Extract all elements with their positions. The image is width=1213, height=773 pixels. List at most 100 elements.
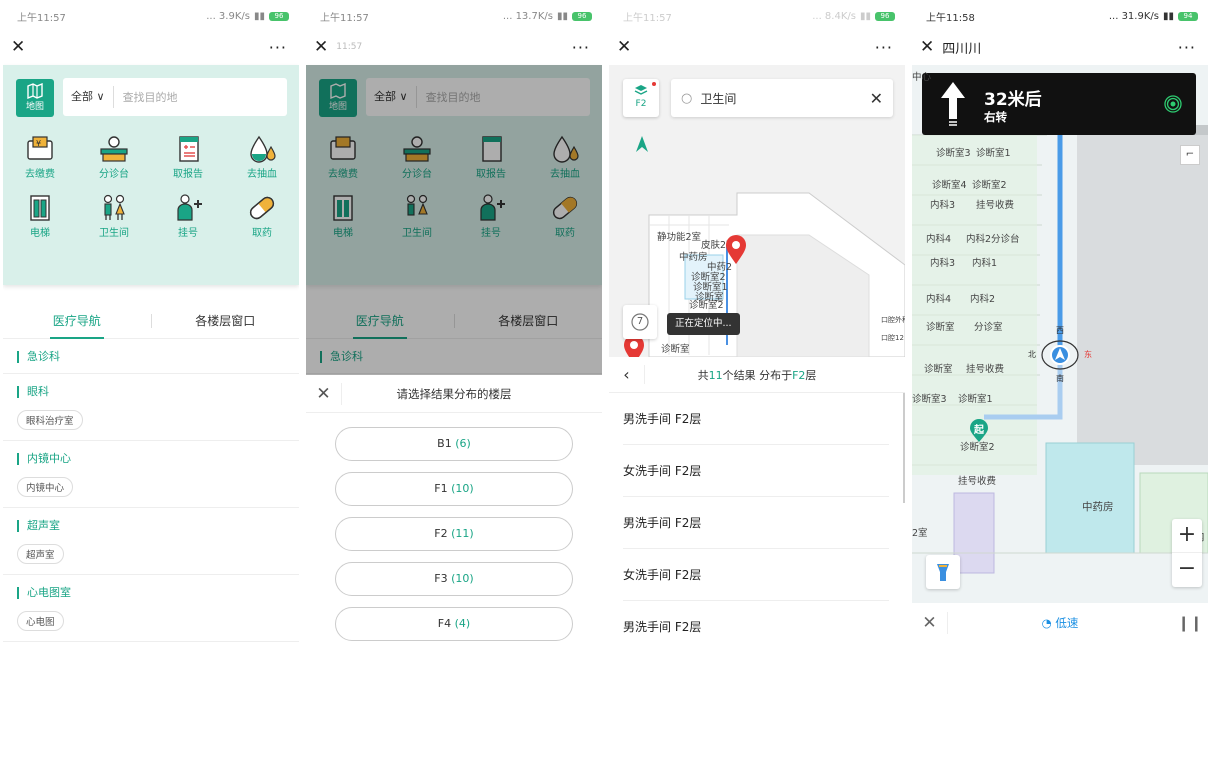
search-input[interactable]: 卫生间 — [700, 90, 869, 107]
floor-count: (11) — [451, 527, 474, 540]
signal-icon: ▮▮ — [1162, 10, 1174, 22]
flashlight-button[interactable] — [926, 555, 960, 589]
signal-icon: ▮▮ — [859, 10, 871, 22]
scrollbar[interactable] — [903, 393, 905, 503]
compass-north: 北 — [1028, 350, 1036, 359]
navigation-map[interactable]: 32米后 右转 中心 诊断室3 诊断室1 诊断室4 诊断室2 内科3 挂号收费 … — [912, 65, 1208, 603]
chevron-down-icon: ∨ — [96, 90, 105, 103]
service-grid: ¥ 去缴费 分诊台 取报告 去抽血 电梯 卫生间 挂号 取药 — [3, 133, 299, 239]
phone-3-search-results: 上午11:57 ... 8.4K/s ▮▮ 96 ✕ ··· F2 ○ 卫生间 ✕ … — [609, 3, 905, 643]
service-medicine[interactable]: 取药 — [225, 192, 299, 239]
result-item[interactable]: 女洗手间 F2层 — [623, 549, 889, 601]
close-icon[interactable]: ✕ — [617, 37, 631, 57]
zoom-out-button[interactable]: − — [1172, 553, 1202, 587]
map-label: 内科4 — [926, 294, 952, 305]
map-label: 内科1 — [972, 258, 998, 269]
search-bar[interactable]: ○ 卫生间 ✕ — [671, 79, 893, 117]
floor-name: F1 — [434, 482, 448, 495]
speed-mode[interactable]: ◔ 低速 — [948, 615, 1172, 631]
service-report[interactable]: 取报告 — [151, 133, 225, 180]
floor-switch-button[interactable]: F2 — [623, 79, 659, 117]
map-button[interactable]: 地图 — [16, 79, 54, 117]
service-register[interactable]: 挂号 — [151, 192, 225, 239]
summary-mid: 个结果 分布于 — [722, 368, 793, 382]
speed-gauge-icon: ◔ — [1041, 616, 1052, 630]
current-floor: F2 — [635, 99, 647, 109]
indoor-map[interactable]: F2 ○ 卫生间 ✕ 静功能2室 皮肤2室 中药房 中药2 诊断室2 诊断室1 … — [609, 65, 905, 357]
service-triage[interactable]: 分诊台 — [77, 133, 151, 180]
service-restroom[interactable]: 卫生间 — [77, 192, 151, 239]
floor-option-f4[interactable]: F4 (4) — [335, 607, 573, 641]
dept-item[interactable]: 心电图室 心电图 — [3, 575, 299, 642]
registration-icon — [177, 194, 202, 221]
service-elevator[interactable]: 电梯 — [3, 192, 77, 239]
dept-item[interactable]: 内镜中心 内镜中心 — [3, 441, 299, 508]
floor-option-f1[interactable]: F1 (10) — [335, 472, 573, 506]
clear-icon[interactable]: ✕ — [870, 89, 883, 108]
service-label: 分诊台 — [99, 169, 129, 180]
signal-icon: ▮▮ — [253, 10, 265, 22]
back-icon[interactable]: ‹ — [609, 365, 645, 384]
floor-option-f2[interactable]: F2 (11) — [335, 517, 573, 551]
battery-icon: 96 — [572, 11, 592, 21]
dept-room-chip[interactable]: 超声室 — [17, 544, 64, 564]
dept-item[interactable]: 眼科 眼科治疗室 — [3, 374, 299, 441]
exit-navigation-icon[interactable]: ✕ — [912, 612, 948, 634]
service-label: 取报告 — [173, 169, 203, 180]
close-icon[interactable]: ✕ — [11, 37, 25, 57]
service-blood[interactable]: 去抽血 — [225, 133, 299, 180]
category-value: 全部 — [71, 90, 93, 103]
more-menu-icon[interactable]: ··· — [269, 38, 287, 57]
pause-icon[interactable]: ❙❙ — [1172, 614, 1208, 632]
dept-name: 心电图室 — [17, 587, 285, 599]
zoom-in-button[interactable]: + — [1172, 519, 1202, 553]
map-label: 诊断室1 — [958, 394, 993, 405]
page-title: 11:57 — [336, 42, 363, 52]
compass-icon — [1041, 340, 1079, 370]
phone-4-navigation: 上午11:58 ... 31.9K/s ▮▮ 94 ✕ 四川川 ··· 32米后 右… — [912, 3, 1208, 643]
category-select[interactable]: 全部 ∨ — [63, 86, 114, 108]
more-menu-icon[interactable]: ··· — [875, 38, 893, 57]
map-label: 诊断室 — [924, 364, 953, 375]
zoom-controls: + − — [1172, 519, 1202, 587]
map-label: 中药房 — [679, 252, 708, 263]
close-icon[interactable]: ✕ — [314, 37, 328, 57]
map-label: 挂号收费 — [976, 200, 1015, 211]
result-item[interactable]: 男洗手间 F2层 — [623, 497, 889, 549]
search-input[interactable]: 查找目的地 — [114, 89, 178, 105]
service-pay[interactable]: ¥ 去缴费 — [3, 133, 77, 180]
result-item[interactable]: 男洗手间 F2层 — [623, 601, 889, 643]
title-bar: ✕ 11:57 ··· — [306, 29, 602, 65]
tab-floor-windows[interactable]: 各楼层窗口 — [152, 303, 300, 339]
more-menu-icon[interactable]: ··· — [1178, 38, 1196, 57]
report-icon — [179, 136, 199, 162]
summary-suffix: 层 — [805, 368, 817, 382]
dept-room-chip[interactable]: 心电图 — [17, 611, 64, 631]
result-item[interactable]: 男洗手间 F2层 — [623, 393, 889, 445]
locate-button[interactable]: 7 — [623, 305, 657, 339]
modal-overlay[interactable] — [306, 65, 602, 375]
status-bar: 上午11:57 ... 3.9K/s ▮▮ 96 — [3, 3, 299, 29]
dept-item[interactable]: 急诊科 — [3, 339, 299, 374]
screenshot-collage: 上午11:57 ... 3.9K/s ▮▮ 96 ✕ ··· 地图 全部 ∨ 查找目… — [0, 0, 1213, 773]
floor-option-b1[interactable]: B1 (6) — [335, 427, 573, 461]
result-item[interactable]: 女洗手间 F2层 — [623, 445, 889, 497]
service-label: 取药 — [252, 228, 272, 239]
result-floor: F2 — [792, 368, 806, 382]
floor-name: B1 — [437, 437, 452, 450]
summary-prefix: 共 — [697, 368, 709, 382]
close-icon[interactable]: ✕ — [306, 382, 342, 405]
more-menu-icon[interactable]: ··· — [572, 38, 590, 57]
close-icon[interactable]: ✕ — [920, 37, 934, 57]
phone-2-floor-picker: 上午11:57 ... 13.7K/s ▮▮ 96 ✕ 11:57 ··· 地图 全… — [306, 3, 602, 643]
tab-medical-nav[interactable]: 医疗导航 — [3, 303, 151, 339]
title-bar: ✕ ··· — [609, 29, 905, 65]
map-label: 诊断室2 — [689, 300, 724, 311]
search-bar[interactable]: 全部 ∨ 查找目的地 — [63, 78, 287, 116]
location-pin-icon[interactable] — [725, 235, 747, 265]
dept-item[interactable]: 超声室 超声室 — [3, 508, 299, 575]
floor-option-f3[interactable]: F3 (10) — [335, 562, 573, 596]
dept-room-chip[interactable]: 内镜中心 — [17, 477, 74, 497]
voice-broadcast-icon[interactable] — [1164, 95, 1182, 113]
dept-room-chip[interactable]: 眼科治疗室 — [17, 410, 83, 430]
